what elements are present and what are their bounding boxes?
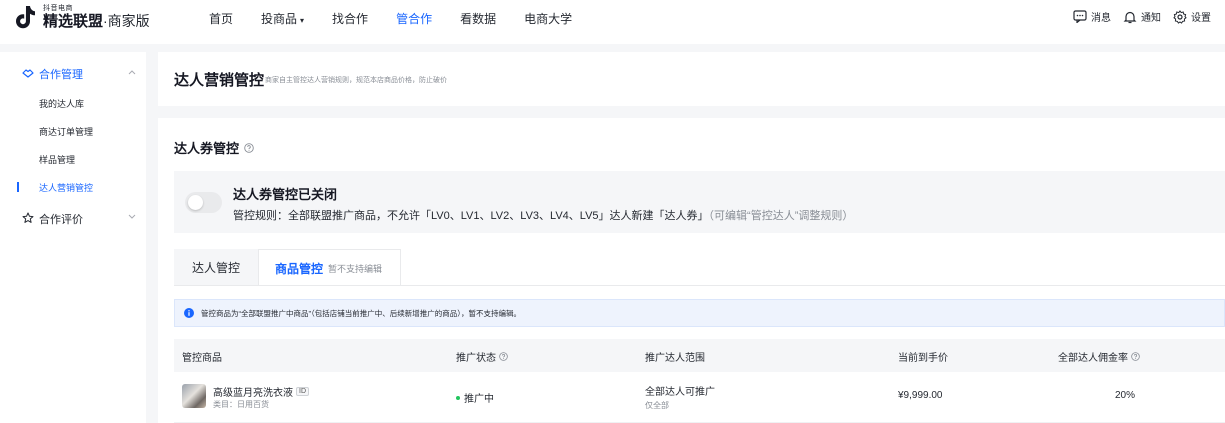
nav-ecommerce-university[interactable]: 电商大学: [524, 10, 572, 27]
coupon-control-toggle[interactable]: [185, 192, 222, 213]
nav-manage-cooperation[interactable]: 管合作: [396, 10, 432, 27]
top-header: 抖音电商 精选联盟·商家版 首页 投商品 ▾ 找合作 管合作 看数据 电商大学 消…: [0, 0, 1225, 44]
sidebar-item-sample-management[interactable]: 样品管理: [0, 146, 146, 172]
main-nav: 首页 投商品 ▾ 找合作 管合作 看数据 电商大学: [209, 0, 600, 36]
sidebar: 合作管理 我的达人库 商达订单管理 样品管理 达人营销管控 合作评价: [0, 52, 146, 423]
settings-button[interactable]: 设置: [1173, 9, 1211, 24]
page-title: 达人营销管控: [174, 72, 265, 89]
current-price: ¥9,999.00: [898, 390, 943, 401]
tab-talent-control[interactable]: 达人管控: [174, 249, 258, 286]
status-dot-icon: [456, 395, 460, 400]
status-rule: 管控规则：全部联盟推广商品，不允许「LV0、LV1、LV2、LV3、LV4、LV…: [233, 210, 854, 222]
coupon-control-status-panel: 达人券管控已关闭 管控规则：全部联盟推广商品，不允许「LV0、LV1、LV2、L…: [174, 171, 1225, 233]
tab-product-control[interactable]: 商品管控 暂不支持编辑: [258, 249, 401, 286]
page-description: 商家自主管控达人营销规则，规范本店商品价格，防止破价: [265, 77, 447, 84]
col-commission: 全部达人佣金率: [1058, 349, 1140, 364]
bell-icon: [1123, 11, 1137, 23]
col-product: 管控商品: [182, 353, 222, 364]
nav-find-cooperation[interactable]: 找合作: [332, 10, 368, 27]
talent-range-sub: 仅全部: [645, 401, 669, 410]
star-icon: [22, 212, 34, 223]
question-icon[interactable]: [499, 352, 508, 361]
chevron-up-icon: [128, 70, 136, 75]
sidebar-group-cooperation-management[interactable]: 合作管理: [0, 60, 146, 88]
header-toolbar: 消息 通知 设置: [1061, 9, 1211, 24]
sidebar-item-talent-marketing-control[interactable]: 达人营销管控: [0, 174, 146, 200]
gear-icon: [1173, 9, 1187, 24]
talent-range: 全部达人可推广: [645, 387, 715, 398]
product-category: 类目：日用百货: [213, 400, 269, 409]
messages-button[interactable]: 消息: [1073, 9, 1111, 24]
sidebar-group-cooperation-review[interactable]: 合作评价: [0, 205, 146, 233]
nav-promote-products[interactable]: 投商品 ▾: [261, 10, 304, 27]
question-icon[interactable]: [1131, 352, 1140, 361]
table-header: 管控商品 推广状态 推广达人范围 当前到手价 全部达人佣金率: [174, 339, 1225, 372]
col-price: 当前到手价: [898, 353, 948, 364]
info-notice: 管控商品为“全部联盟推广中商品”（包括店铺当前推广中、后续新增推广的商品），暂不…: [174, 299, 1225, 327]
col-status: 推广状态: [456, 349, 508, 364]
product-id-tag[interactable]: ID: [296, 387, 309, 396]
col-range: 推广达人范围: [645, 353, 705, 364]
commission-rate: 20%: [1115, 390, 1136, 401]
status-rule-hint[interactable]: （可编辑“管控达人”调整规则）: [709, 210, 854, 222]
info-icon: [184, 308, 194, 318]
promotion-status: 推广中: [456, 390, 494, 405]
tabs-divider: [174, 285, 1225, 286]
message-icon: [1073, 10, 1087, 23]
table-row: 高级蓝月亮洗衣液 ID 类目：日用百货 推广中 全部达人可推广 仅全部 ¥9,99…: [174, 372, 1225, 423]
product-thumbnail[interactable]: [182, 384, 206, 408]
question-icon[interactable]: [244, 142, 254, 153]
handshake-icon: [22, 69, 34, 78]
sidebar-item-order-management[interactable]: 商达订单管理: [0, 118, 146, 144]
nav-data[interactable]: 看数据: [460, 10, 496, 27]
brand-name: 精选联盟: [43, 13, 104, 30]
brand-small-text: 抖音电商: [43, 5, 73, 12]
notifications-button[interactable]: 通知: [1123, 9, 1161, 24]
tab-note: 暂不支持编辑: [328, 263, 383, 274]
section-title: 达人券管控: [174, 138, 254, 157]
chevron-down-icon: [128, 214, 136, 219]
nav-home[interactable]: 首页: [209, 10, 233, 27]
status-title: 达人券管控已关闭: [233, 187, 338, 202]
sidebar-item-my-talents[interactable]: 我的达人库: [0, 90, 146, 116]
brand-logo[interactable]: 抖音电商 精选联盟·商家版: [14, 5, 150, 29]
brand-edition: ·商家版: [103, 13, 150, 29]
douyin-logo-icon: [14, 5, 36, 29]
caret-down-icon: ▾: [300, 15, 305, 25]
product-name: 高级蓝月亮洗衣液 ID: [213, 384, 309, 399]
